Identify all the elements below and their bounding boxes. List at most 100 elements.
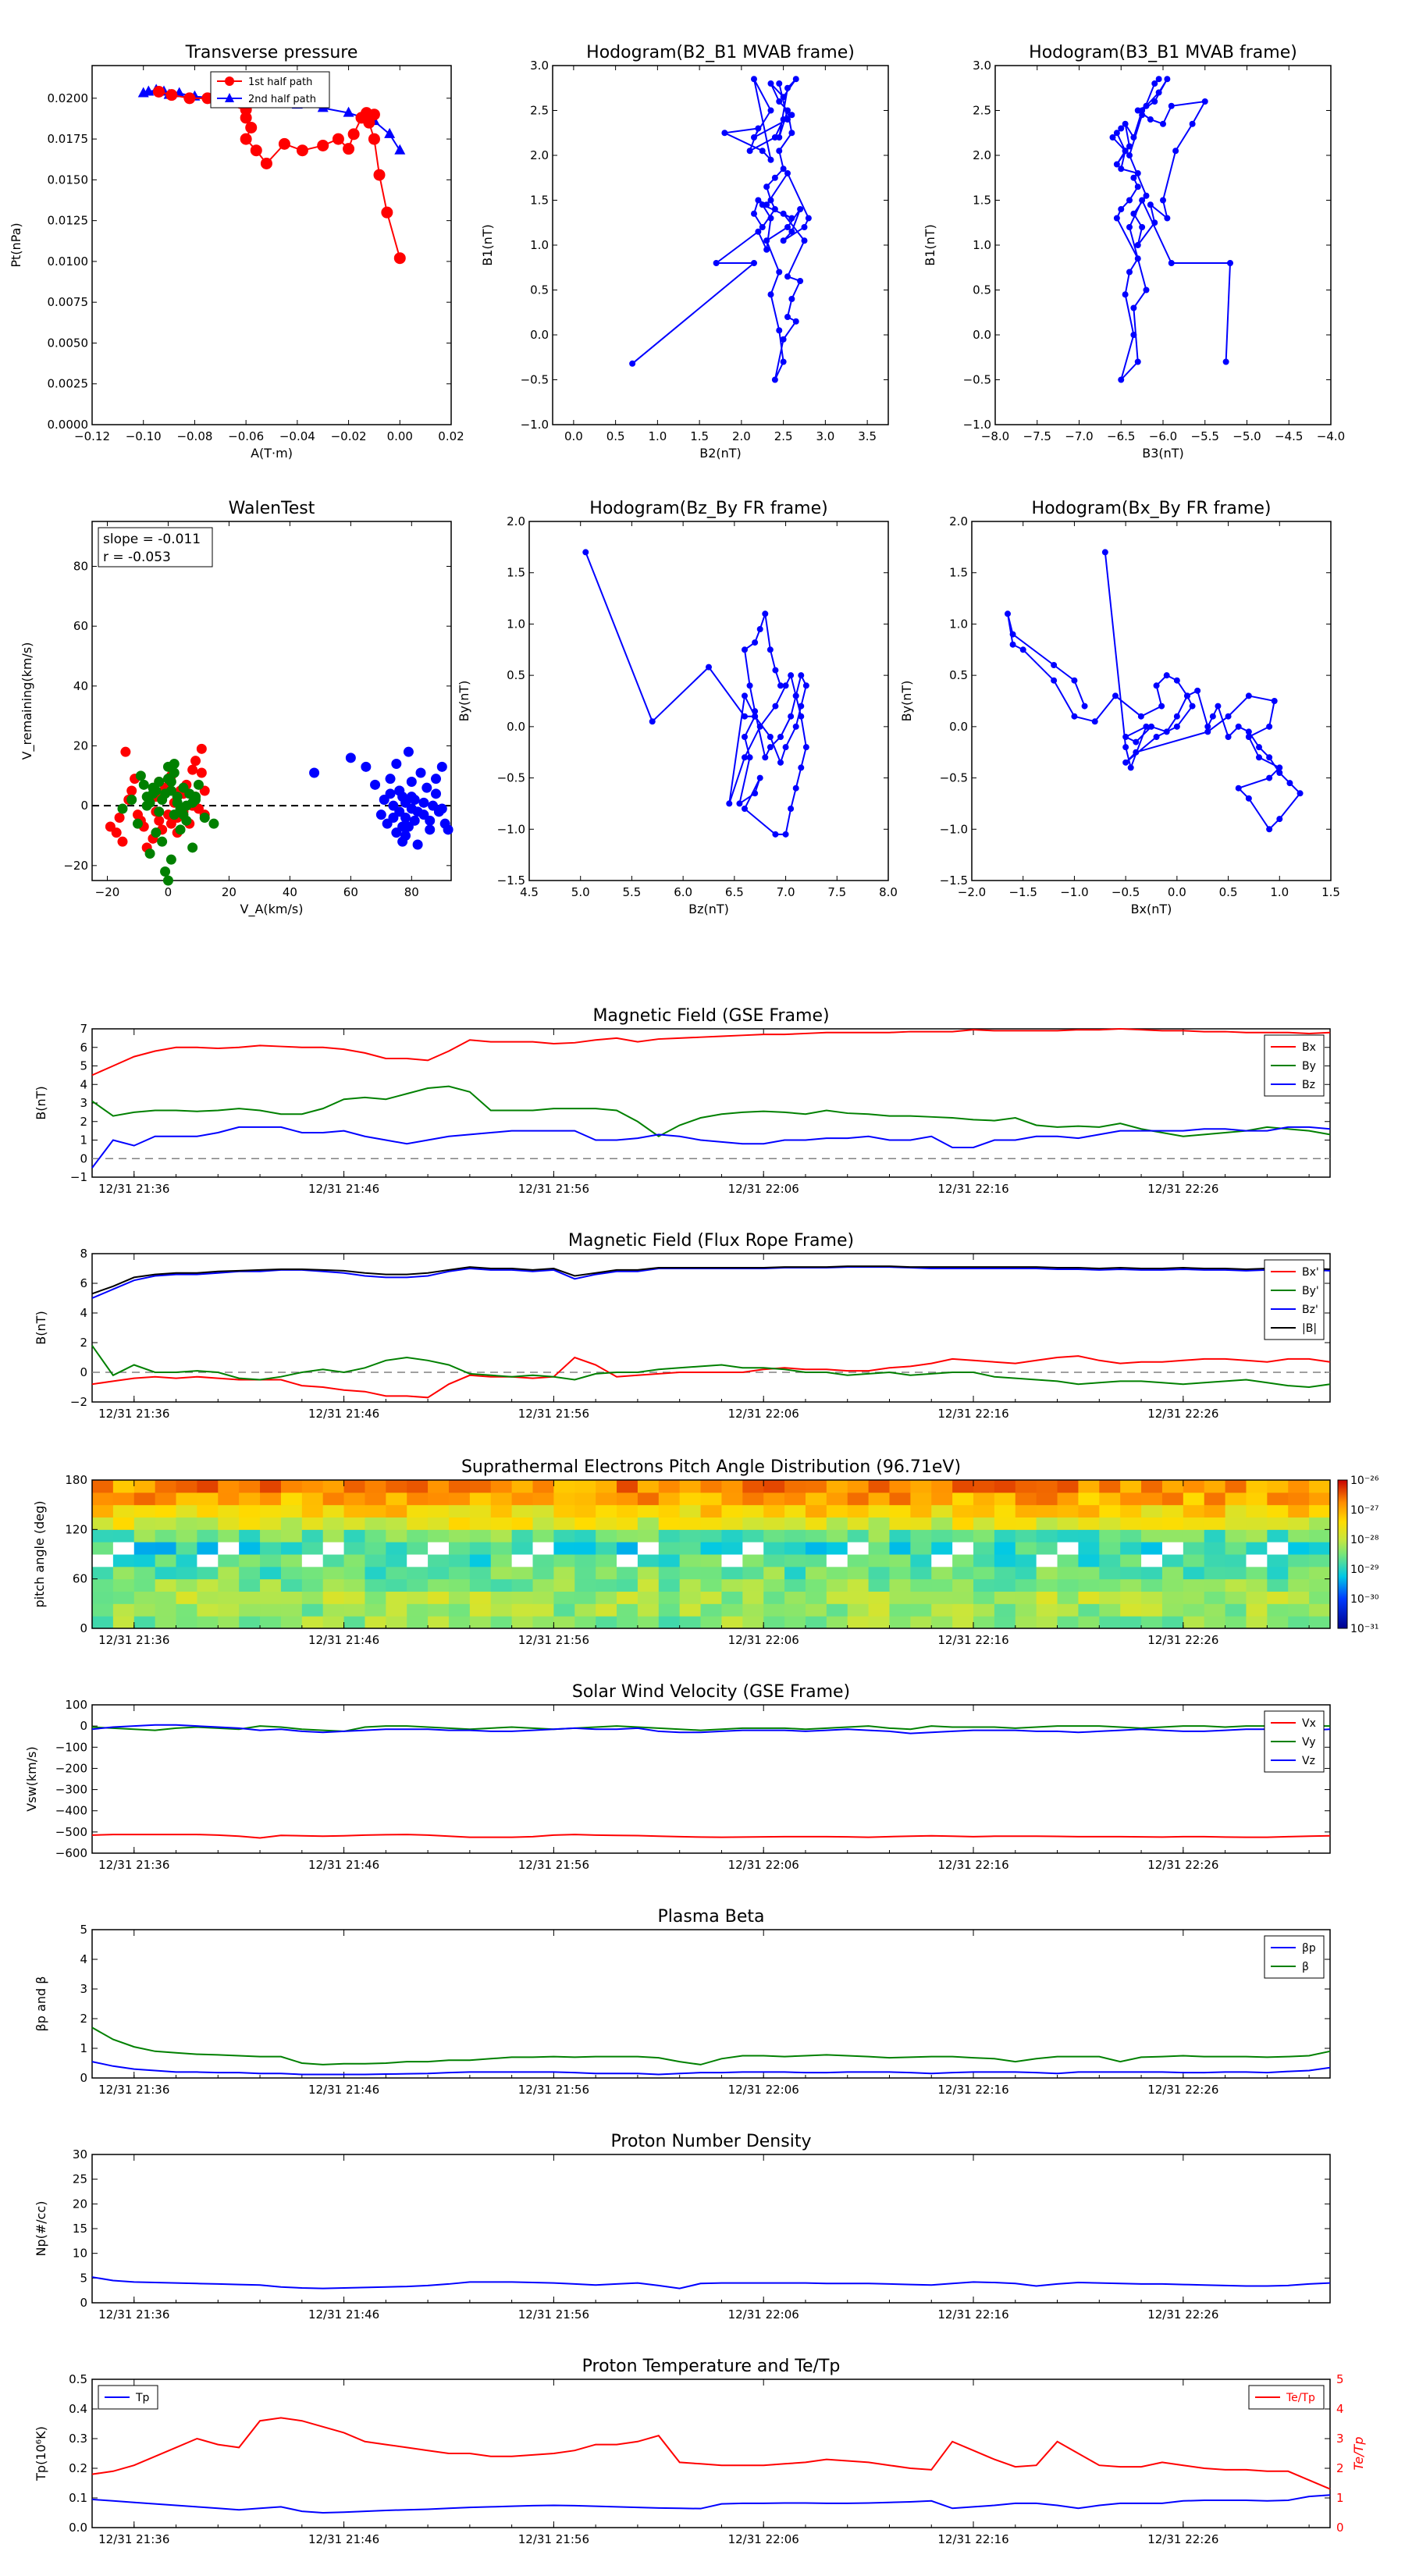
heatmap-cell [1225,1492,1247,1506]
heatmap-cell [826,1529,848,1542]
x-tick-label: 12/31 21:36 [98,2083,169,2097]
y-tick-label: 0.0050 [48,336,89,350]
y-tick-label: 3.0 [973,59,991,73]
heatmap-cell [1267,1591,1289,1604]
heatmap-cell [407,1578,429,1592]
x-tick-label: 60 [343,885,358,899]
hodogram-point [792,692,799,699]
heatmap-cell [448,1578,471,1592]
plot-frame [552,65,889,425]
heatmap-cell [343,1554,365,1567]
heatmap-cell [511,1529,534,1542]
heatmap-cell [1225,1542,1247,1555]
heatmap-cell [658,1591,681,1604]
heatmap-cell [428,1492,450,1506]
circle-marker [368,133,380,145]
heatmap-cell [700,1603,722,1617]
heatmap-cell [1161,1542,1184,1555]
heatmap-cell [1036,1616,1058,1629]
hodogram-point [751,134,757,141]
heatmap-cell [658,1603,681,1617]
hodogram-point [1201,98,1208,105]
heatmap-cell [197,1578,219,1592]
hodogram-point [1235,723,1242,730]
heatmap-cell [596,1591,617,1604]
heatmap-cell [1204,1554,1226,1567]
y-tick-label: −100 [55,1740,87,1754]
hodogram-point [1130,332,1137,338]
series-line-βp [91,2061,1331,2076]
walen-point [162,774,173,785]
x-tick-label: 80 [404,885,419,899]
hodogram-point [792,318,799,325]
hodogram-point [1204,728,1211,735]
hodogram-point [1297,790,1304,797]
colorbar-tick-label: 10⁻²⁸ [1350,1534,1379,1546]
heatmap-cell [511,1616,534,1629]
panel-title: Hodogram(Bx_By FR frame) [1032,499,1272,518]
heatmap-cell [1141,1529,1163,1542]
hodogram-point [742,734,748,740]
heatmap-cell [763,1504,785,1517]
heatmap-cell [260,1578,282,1592]
heatmap-cell [889,1591,911,1604]
heatmap-cell [721,1554,743,1567]
y-tick-label: −20 [63,859,88,873]
x-tick-label: 12/31 21:36 [98,2532,169,2546]
x-tick-label: −5.0 [1232,429,1261,443]
y-tick-label: 0.0200 [48,91,89,105]
heatmap-cell [1057,1529,1079,1542]
heatmap-cell [973,1492,995,1506]
heatmap-cell [1120,1542,1142,1555]
heatmap-cell [574,1578,596,1592]
legend-label: |B| [1302,1322,1317,1335]
heatmap-cell [365,1492,386,1506]
panel-title: Hodogram(B3_B1 MVAB frame) [1029,43,1297,62]
heatmap-cell [1036,1504,1058,1517]
heatmap-cell [700,1480,722,1493]
heatmap-cell [1078,1616,1100,1629]
heatmap-cell [1099,1603,1121,1617]
heatmap-cell [868,1517,890,1530]
heatmap-cell [322,1578,345,1592]
heatmap-cell [658,1504,681,1517]
walen-point [431,788,442,799]
beta-panel: Plasma Beta βp and β 0 1 2 3 4 5 12/31 21:36 12/3… [34,1907,1331,2097]
hodogram-point [1172,148,1179,155]
heatmap-cell [197,1504,219,1517]
heatmap-cell [721,1517,743,1530]
heatmap-cell [343,1492,365,1506]
heatmap-cell [973,1504,995,1517]
heatmap-cell [553,1504,575,1517]
heatmap-cell [721,1492,743,1506]
y-tick-label: 3 [80,1096,87,1110]
y-tick-label: 6 [80,1276,87,1290]
heatmap-cell [197,1616,219,1629]
heatmap-cell [386,1492,407,1506]
heatmap-cell [1120,1529,1142,1542]
heatmap-cell [1309,1517,1331,1530]
heatmap-cell [386,1616,407,1629]
walen-point [126,795,137,805]
y-tick-label: 1.0 [530,238,549,252]
heatmap-cell [763,1480,785,1493]
heatmap-cell [1099,1529,1121,1542]
heatmap-cell [1015,1542,1037,1555]
heatmap-cell [1288,1578,1310,1592]
heatmap-cell [1141,1591,1163,1604]
heatmap-cell [658,1529,681,1542]
y-tick-label: −1.5 [497,873,525,888]
heatmap-cell [218,1480,240,1493]
heatmap-cell [910,1542,932,1555]
heatmap-cell [805,1578,827,1592]
x-tick-label: 12/31 22:16 [937,2083,1008,2097]
x-tick-label: −7.0 [1065,429,1093,443]
circle-marker [183,92,196,105]
heatmap-cell [197,1529,219,1542]
heatmap-cell [532,1480,554,1493]
heatmap-cell [280,1566,303,1580]
circle-marker [165,89,178,101]
heatmap-cell [112,1492,135,1506]
hodogram-point [771,174,778,181]
walen-point [165,818,176,829]
